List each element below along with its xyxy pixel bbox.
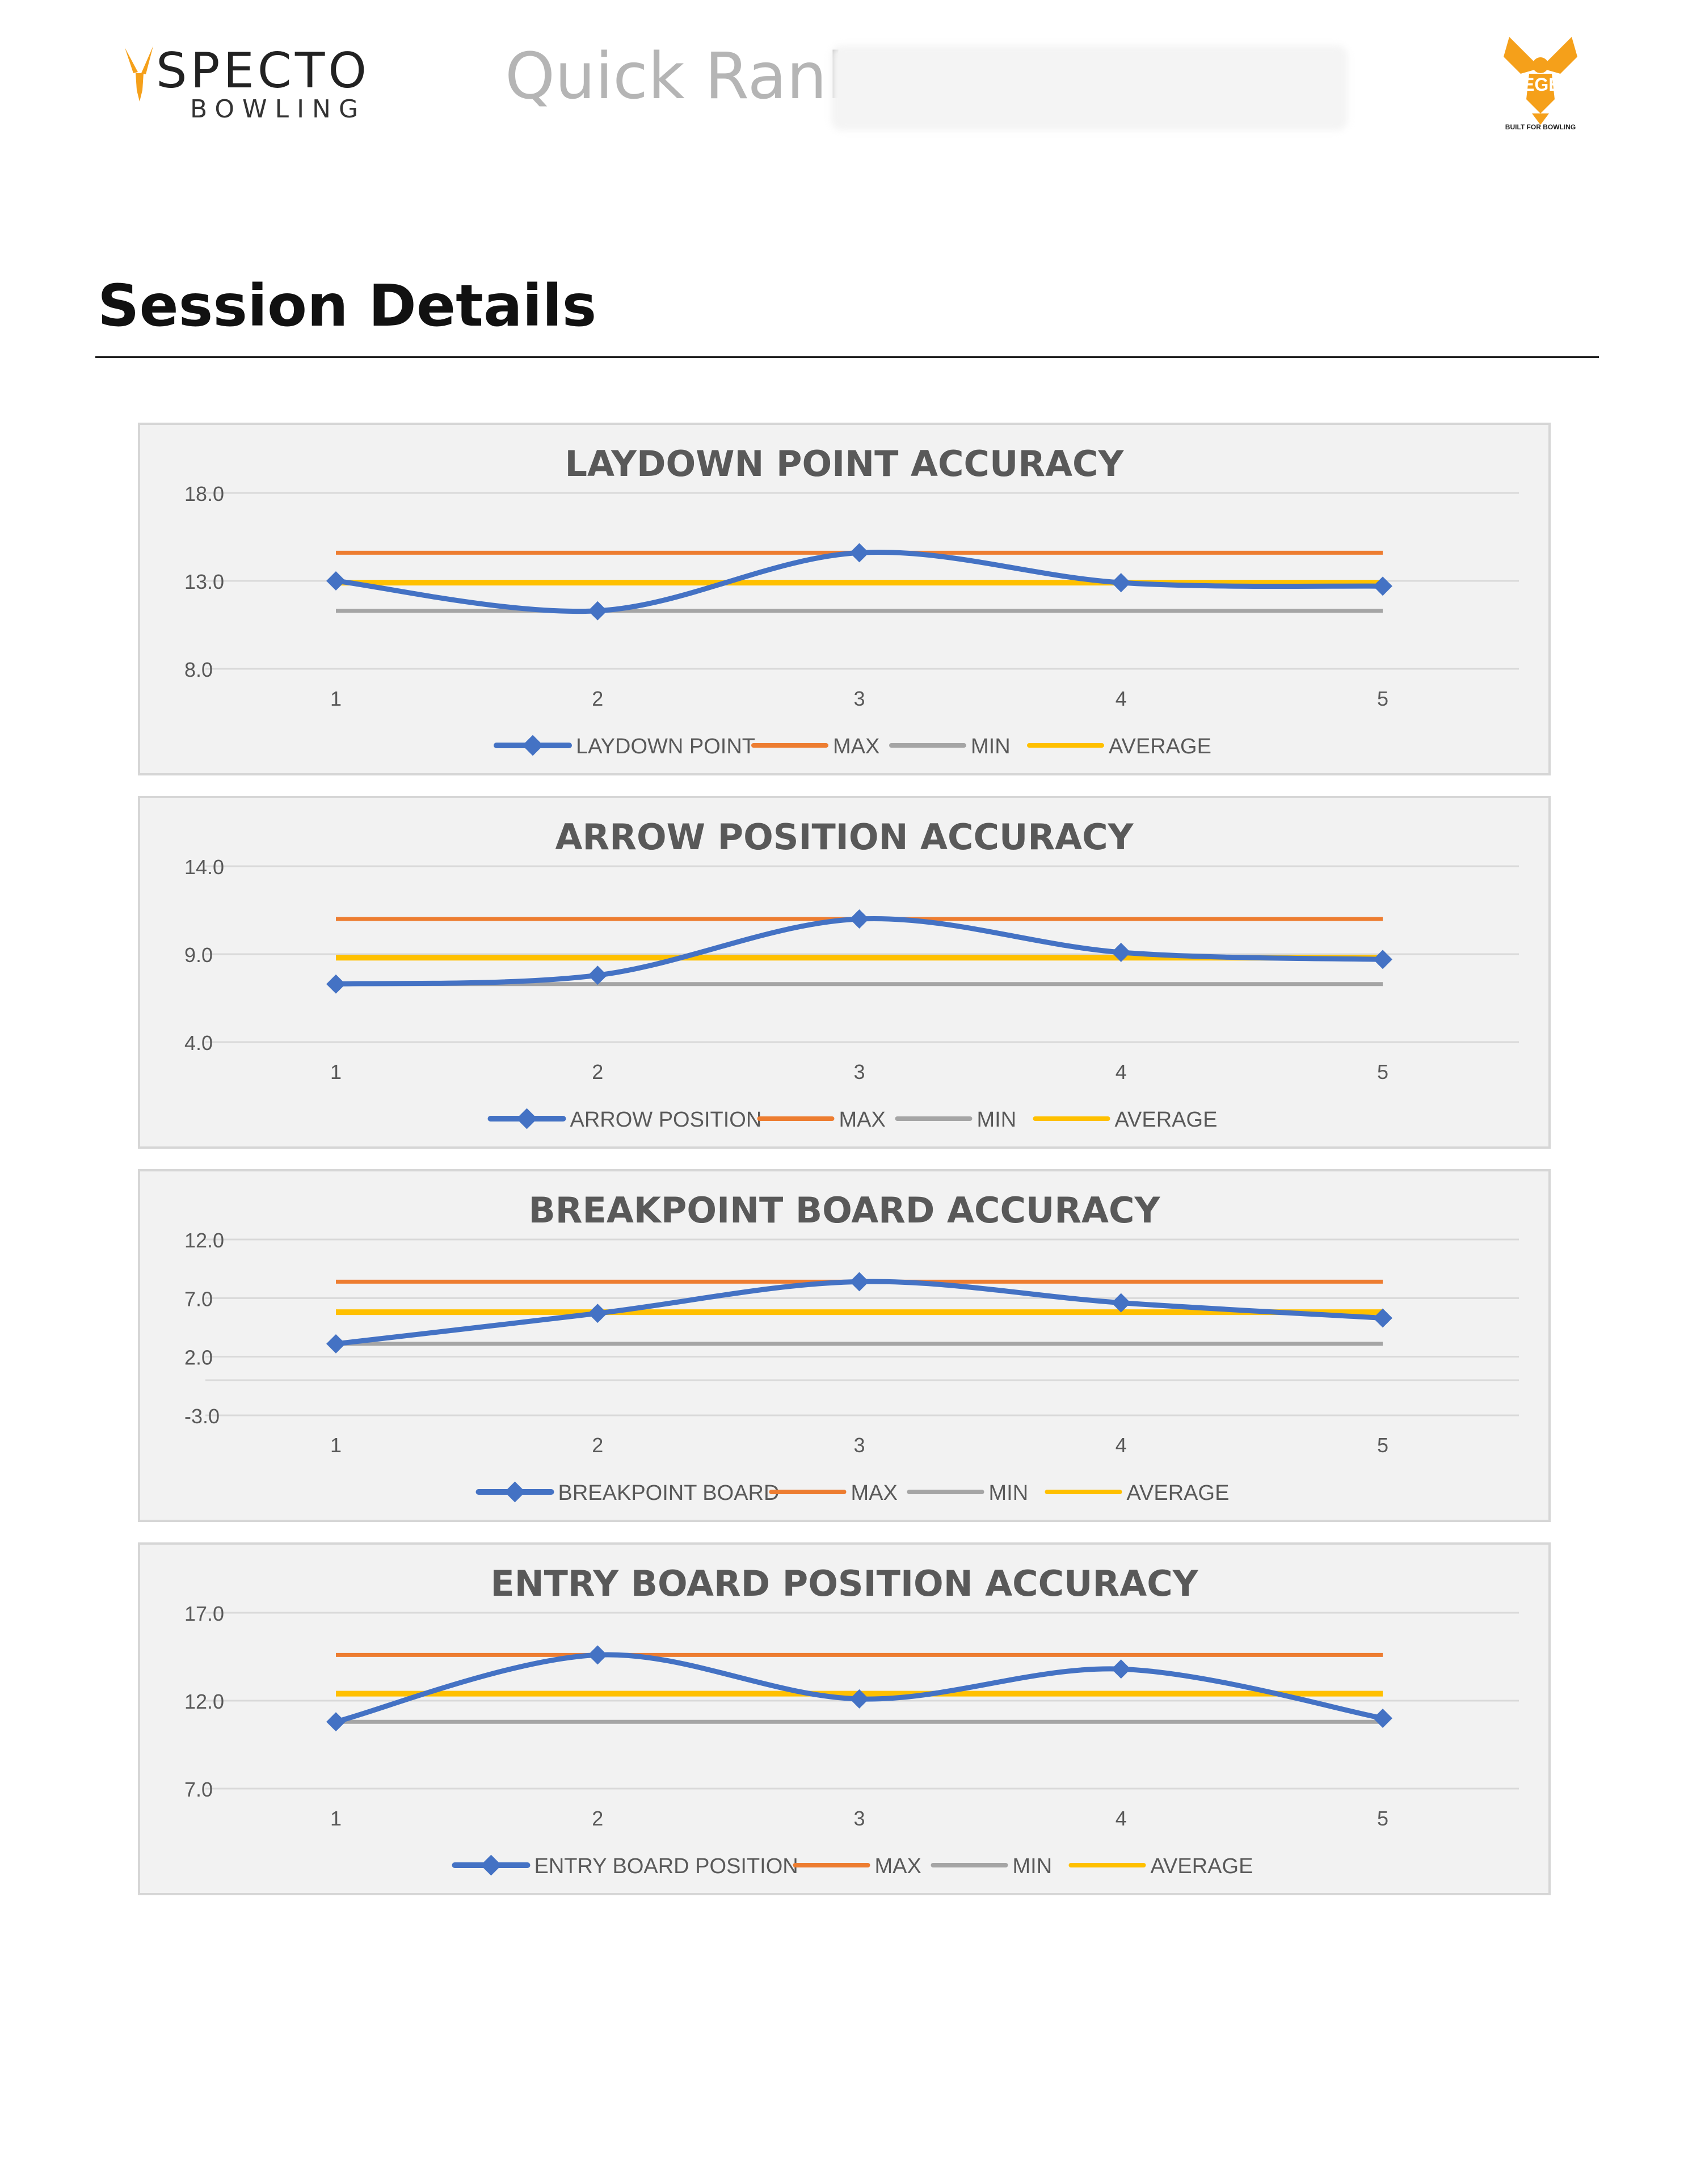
x-tick-label: 5: [1377, 1807, 1388, 1830]
y-tick-label: 12.0: [184, 1229, 224, 1252]
legend-marker: [504, 1481, 525, 1503]
redacted-name: [831, 45, 1348, 130]
legend-marker: [522, 735, 544, 756]
line-chart: ENTRY BOARD POSITION ACCURACY 17.0 12.0 7.0…: [184, 1563, 1519, 1878]
y-tick-label: 14.0: [184, 855, 224, 879]
x-tick-label: 4: [1115, 1433, 1127, 1457]
specto-logo: SPECTO BOWLING: [122, 43, 383, 128]
data-point-marker: [588, 601, 608, 621]
x-tick-label: 5: [1377, 687, 1388, 710]
legend-label: BREAKPOINT BOARD: [558, 1481, 780, 1505]
y-tick-label: 7.0: [184, 1287, 213, 1310]
y-tick-label: 7.0: [184, 1778, 213, 1801]
x-tick-label: 3: [853, 687, 865, 710]
legend-label: MIN: [989, 1481, 1029, 1505]
y-tick-label: 8.0: [184, 658, 213, 681]
x-tick-label: 1: [330, 1433, 342, 1457]
y-tick-label: 2.0: [184, 1346, 213, 1369]
series-line-main: [333, 1652, 1386, 1725]
section-divider: [95, 356, 1599, 358]
data-point-marker: [326, 1334, 346, 1354]
specto-bird-icon: [125, 46, 153, 102]
x-tick-label: 4: [1115, 1060, 1127, 1083]
legend-label: AVERAGE: [1151, 1854, 1253, 1878]
x-tick-label: 5: [1377, 1433, 1388, 1457]
data-point-marker: [1373, 950, 1392, 969]
chart-title: ARROW POSITION ACCURACY: [555, 816, 1134, 858]
kegel-tagline: BUILT FOR BOWLING: [1505, 123, 1576, 130]
data-point-marker: [588, 965, 608, 985]
y-tick-label: 12.0: [184, 1690, 224, 1713]
brand-name: SPECTO: [156, 43, 371, 99]
legend-label: AVERAGE: [1109, 735, 1211, 758]
data-point-marker: [588, 1304, 608, 1323]
page-header: SPECTO BOWLING Quick Rank KEGEL BUILT FO…: [0, 0, 1688, 170]
x-tick-label: 2: [592, 687, 603, 710]
x-tick-label: 3: [853, 1433, 865, 1457]
y-tick-label: 17.0: [184, 1602, 224, 1625]
y-tick-label: 4.0: [184, 1031, 213, 1055]
data-point-marker: [849, 909, 869, 929]
x-tick-label: 2: [592, 1807, 603, 1830]
data-point-marker: [1373, 576, 1392, 596]
legend-label: MIN: [1013, 1854, 1053, 1878]
x-tick-label: 3: [853, 1807, 865, 1830]
legend-label: MAX: [839, 1108, 886, 1132]
data-point-marker: [326, 974, 346, 994]
chart-panel-entry: ENTRY BOARD POSITION ACCURACY 17.0 12.0 7.0…: [138, 1542, 1551, 1895]
kegel-logo: KEGEL BUILT FOR BOWLING: [1498, 34, 1583, 131]
legend-label: MAX: [875, 1854, 921, 1878]
data-point-marker: [849, 1272, 869, 1292]
data-point-marker: [326, 571, 346, 591]
kegel-bird-icon: KEGEL BUILT FOR BOWLING: [1504, 37, 1577, 131]
chart-panel-breakpoint: BREAKPOINT BOARD ACCURACY 12.0 7.0 2.0 -3.0 1…: [138, 1169, 1551, 1522]
x-tick-label: 4: [1115, 687, 1127, 710]
chart-legend: ENTRY BOARD POSITION MAX MIN AVERAGE: [452, 1854, 1253, 1878]
data-point-marker: [588, 1645, 608, 1665]
x-tick-label: 1: [330, 687, 342, 710]
y-tick-label: -3.0: [184, 1405, 220, 1428]
y-tick-label: 13.0: [184, 570, 224, 593]
line-chart: LAYDOWN POINT ACCURACY 18.0 13.0 8.0 1 2 3 4 5 LA…: [184, 443, 1519, 758]
x-tick-label: 2: [592, 1433, 603, 1457]
legend-label: ENTRY BOARD POSITION: [534, 1854, 798, 1878]
x-tick-label: 1: [330, 1807, 342, 1830]
x-tick-label: 5: [1377, 1060, 1388, 1083]
chart-title: LAYDOWN POINT ACCURACY: [565, 443, 1125, 484]
chart-legend: LAYDOWN POINT MAX MIN AVERAGE: [494, 735, 1211, 758]
line-chart: ARROW POSITION ACCURACY 14.0 9.0 4.0 1 2 3 4 5 AR…: [184, 816, 1519, 1132]
data-point-marker: [849, 543, 869, 563]
data-point-marker: [1111, 1659, 1131, 1679]
legend-label: MIN: [971, 735, 1011, 758]
data-point-marker: [1373, 1709, 1392, 1728]
line-chart: BREAKPOINT BOARD ACCURACY 12.0 7.0 2.0 -3.0 1…: [184, 1190, 1519, 1505]
data-point-marker: [1111, 573, 1131, 593]
chart-legend: BREAKPOINT BOARD MAX MIN AVERAGE: [475, 1481, 1230, 1505]
x-tick-label: 3: [853, 1060, 865, 1083]
legend-label: MIN: [977, 1108, 1017, 1132]
chart-title: ENTRY BOARD POSITION ACCURACY: [490, 1563, 1198, 1604]
data-point-marker: [326, 1712, 346, 1732]
x-tick-label: 1: [330, 1060, 342, 1083]
chart-legend: ARROW POSITION MAX MIN AVERAGE: [487, 1108, 1218, 1132]
brand-subtitle: BOWLING: [190, 95, 367, 124]
legend-label: AVERAGE: [1115, 1108, 1218, 1132]
y-tick-label: 9.0: [184, 943, 213, 967]
legend-label: LAYDOWN POINT: [576, 735, 755, 758]
report-title: Quick Rank: [505, 40, 864, 113]
legend-marker: [516, 1108, 537, 1129]
x-tick-label: 2: [592, 1060, 603, 1083]
legend-label: AVERAGE: [1127, 1481, 1230, 1505]
legend-label: MAX: [833, 735, 879, 758]
section-title: Session Details: [98, 272, 597, 340]
kegel-wordmark: KEGEL: [1509, 74, 1572, 95]
chart-panel-arrow: ARROW POSITION ACCURACY 14.0 9.0 4.0 1 2 3 4 5 AR…: [138, 796, 1551, 1149]
legend-label: MAX: [851, 1481, 898, 1505]
legend-label: ARROW POSITION: [570, 1108, 762, 1132]
y-tick-label: 18.0: [184, 482, 224, 505]
legend-marker: [481, 1854, 502, 1876]
chart-panel-laydown: LAYDOWN POINT ACCURACY 18.0 13.0 8.0 1 2 3 4 5 LA…: [138, 423, 1551, 775]
x-tick-label: 4: [1115, 1807, 1127, 1830]
chart-title: BREAKPOINT BOARD ACCURACY: [529, 1190, 1161, 1231]
